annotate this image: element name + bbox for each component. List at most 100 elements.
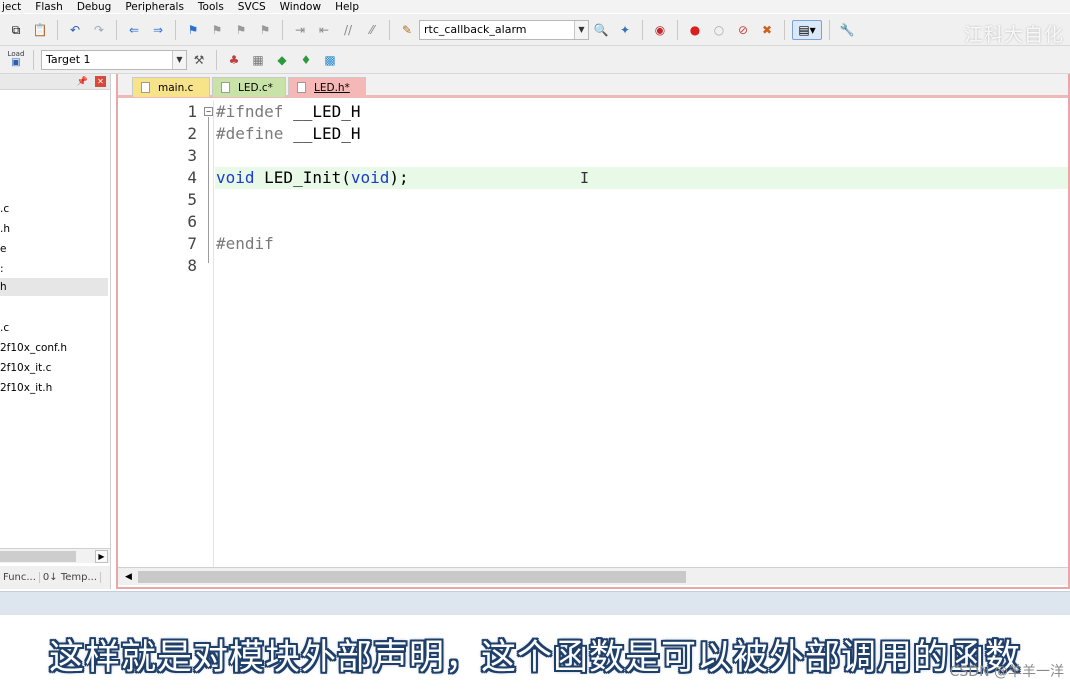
tree-item[interactable]: 2f10x_conf.h [0, 339, 108, 357]
bookmark-icon[interactable]: ⚑ [183, 20, 203, 40]
tree-item[interactable]: .h [0, 220, 108, 238]
line-number: 8 [187, 256, 197, 275]
tab-main-c[interactable]: main.c [132, 77, 210, 97]
breakpoint-disable-all-icon[interactable]: ⊘ [733, 20, 753, 40]
menu-peripherals[interactable]: Peripherals [118, 1, 191, 13]
close-icon[interactable]: ✕ [95, 76, 106, 87]
main-toolbar: ⧉ 📋 ↶ ↷ ⇐ ⇒ ⚑ ⚑ ⚑ ⚑ ⇥ ⇤ // ⁄⁄ ✎ rtc_call… [0, 14, 1070, 46]
tab-led-h[interactable]: LED.h* [288, 77, 366, 97]
debug-session-icon[interactable]: ◉ [650, 20, 670, 40]
project-panel-scrollbar[interactable]: ▶ [0, 548, 110, 563]
target-combo[interactable]: Target 1 ▼ [41, 49, 187, 70]
nav-forward-icon[interactable]: ⇒ [148, 20, 168, 40]
file-icon [221, 82, 230, 93]
project-panel-header: 📌 ✕ [0, 74, 110, 90]
tree-item[interactable]: : [0, 260, 108, 278]
code-line-2: #define __LED_H [215, 123, 1068, 145]
chevron-down-icon[interactable]: ▼ [574, 20, 588, 39]
identifier-token: __LED_H [283, 102, 361, 121]
fold-line [208, 117, 209, 263]
toolbar-separator [677, 19, 678, 40]
select-packs-icon[interactable]: ◆ [272, 50, 292, 70]
indent-icon[interactable]: ⇥ [290, 20, 310, 40]
pin-icon[interactable]: 📌 [77, 77, 88, 87]
line-number: 4 [187, 168, 197, 187]
menu-flash[interactable]: Flash [28, 1, 70, 13]
editor-scrollbar[interactable]: ◀ [118, 567, 1068, 585]
toolbar-separator [829, 19, 830, 40]
code-line-7: #endif [215, 233, 1068, 255]
tree-item[interactable]: 2f10x_it.c [0, 359, 108, 377]
subtitle-area: 这样就是对模块外部声明，这个函数是可以被外部调用的函数 CSDN @羊羊一洋 [0, 615, 1070, 689]
scrollbar-thumb[interactable] [0, 551, 76, 562]
file-icon [297, 82, 306, 93]
toolbar-separator [116, 19, 117, 40]
identifier-token: ); [389, 168, 409, 187]
manage-books-icon[interactable]: ▦ [248, 50, 268, 70]
tree-item[interactable]: 2f10x_it.h [0, 379, 108, 397]
paste-icon[interactable]: 📋 [30, 20, 50, 40]
line-number: 6 [187, 212, 197, 231]
file-tab-bar: main.c LED.c* LED.h* [118, 74, 1068, 98]
uncomment-icon[interactable]: ⁄⁄ [362, 20, 382, 40]
tree-item-selected[interactable]: h [0, 278, 108, 296]
fold-toggle-icon[interactable]: − [204, 107, 213, 116]
menu-svcs[interactable]: SVCS [231, 1, 273, 13]
file-icon [141, 82, 150, 93]
tree-item[interactable]: .c [0, 319, 108, 337]
preprocessor-token: #endif [216, 234, 274, 253]
build-output-strip [0, 591, 1070, 615]
breakpoint-kill-all-icon[interactable]: ✖ [757, 20, 777, 40]
find-icon[interactable]: 🔍 [591, 20, 611, 40]
code-area[interactable]: #ifndef __LED_H #define __LED_H void LED… [215, 101, 1068, 567]
tab-label: LED.c* [238, 81, 273, 94]
breakpoint-insert-icon[interactable]: ● [685, 20, 705, 40]
toolbar-separator [784, 19, 785, 40]
manage-rte-icon[interactable]: ♦ [296, 50, 316, 70]
tab-led-c[interactable]: LED.c* [212, 77, 286, 97]
scroll-right-icon[interactable]: ▶ [95, 550, 108, 563]
scrollbar-thumb[interactable] [138, 571, 686, 583]
tree-item[interactable]: .c [0, 200, 108, 218]
pack-installer-icon[interactable]: ▩ [320, 50, 340, 70]
comment-icon[interactable]: // [338, 20, 358, 40]
line-number: 3 [187, 146, 197, 165]
copy-icon[interactable]: ⧉ [6, 20, 26, 40]
toolbar-separator [216, 49, 217, 70]
manage-project-icon[interactable]: ♣ [224, 50, 244, 70]
unindent-icon[interactable]: ⇤ [314, 20, 334, 40]
project-panel-tabs: Func... 0↓ Temp... [0, 566, 110, 589]
menu-project[interactable]: ject [0, 1, 28, 13]
scroll-left-icon[interactable]: ◀ [122, 570, 135, 583]
project-panel: 📌 ✕ .c .h e : h .c 2f10x_conf.h 2f10x_it… [0, 74, 111, 589]
menu-debug[interactable]: Debug [70, 1, 119, 13]
bookmark-clear-icon[interactable]: ⚑ [255, 20, 275, 40]
code-editor: main.c LED.c* LED.h* 1 2 3 4 5 6 7 8 − #… [116, 74, 1070, 589]
window-layout-icon[interactable]: ▤▾ [792, 19, 822, 40]
function-combo[interactable]: rtc_callback_alarm ▼ [419, 19, 589, 40]
undo-icon[interactable]: ↶ [65, 20, 85, 40]
preprocessor-token: #ifndef [216, 102, 284, 121]
tab-templates[interactable]: 0↓ Temp... [40, 572, 102, 583]
breakpoint-disable-icon[interactable]: ○ [709, 20, 729, 40]
menu-help[interactable]: Help [328, 1, 366, 13]
toolbar-separator [642, 19, 643, 40]
menu-tools[interactable]: Tools [191, 1, 231, 13]
target-options-icon[interactable]: ⚒ [189, 50, 209, 70]
identifier-token: LED_Init( [254, 168, 351, 187]
menu-window[interactable]: Window [273, 1, 328, 13]
bookmark-prev-icon[interactable]: ⚑ [207, 20, 227, 40]
identifier-token: __LED_H [283, 124, 361, 143]
bookmark-next-icon[interactable]: ⚑ [231, 20, 251, 40]
line-number-gutter: 1 2 3 4 5 6 7 8 − [118, 101, 214, 567]
redo-icon[interactable]: ↷ [89, 20, 109, 40]
configure-icon[interactable]: 🔧 [837, 20, 857, 40]
credit-watermark: CSDN @羊羊一洋 [949, 664, 1064, 680]
nav-back-icon[interactable]: ⇐ [124, 20, 144, 40]
download-icon[interactable]: Load ▣ [6, 50, 26, 70]
chevron-down-icon[interactable]: ▼ [172, 50, 186, 69]
find-in-files-icon[interactable]: ✎ [397, 20, 417, 40]
tree-item[interactable]: e [0, 240, 108, 258]
tab-functions[interactable]: Func... [0, 572, 40, 583]
incremental-find-icon[interactable]: ✦ [615, 20, 635, 40]
